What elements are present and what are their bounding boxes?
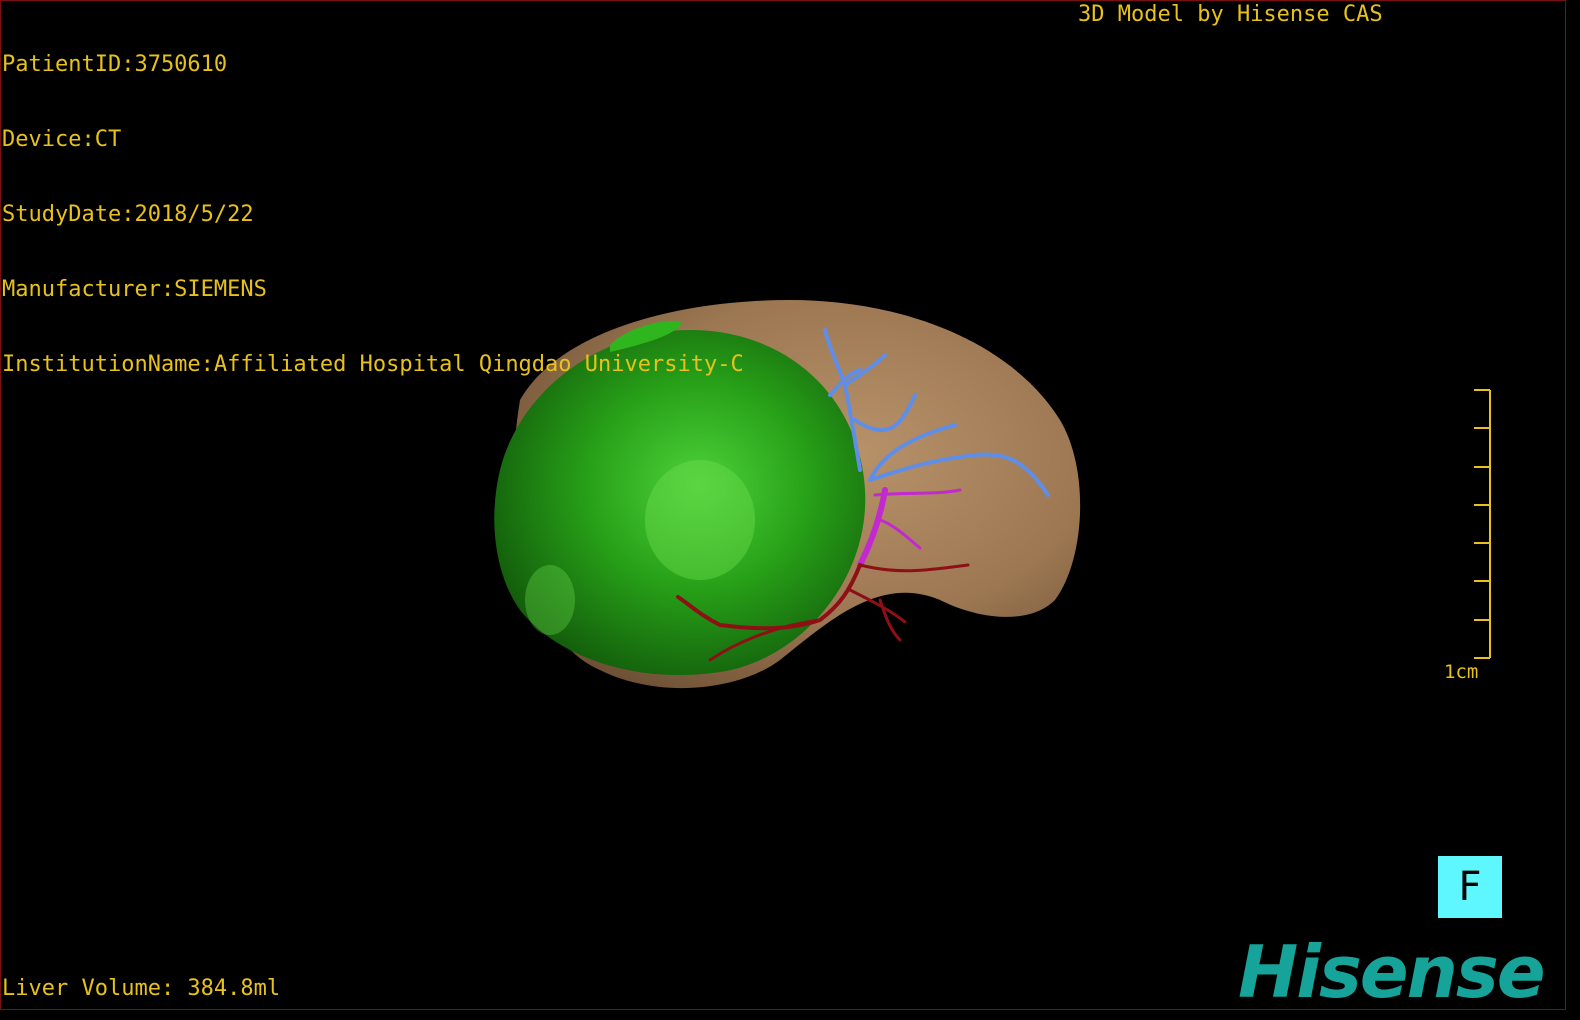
model-credit-label: 3D Model by Hisense CAS [1078, 2, 1383, 27]
institution-label: InstitutionName:Affiliated Hospital Qing… [2, 352, 744, 377]
brand-logo: Hisense [1238, 930, 1546, 1014]
device-label: Device:CT [2, 127, 122, 152]
manufacturer-label: Manufacturer:SIEMENS [2, 277, 267, 302]
patient-info-overlay: PatientID:3750610 Device:CT StudyDate:20… [2, 2, 744, 402]
study-date-label: StudyDate:2018/5/22 [2, 202, 254, 227]
patient-id-label: PatientID:3750610 [2, 52, 228, 77]
tumor-highlight [525, 565, 575, 635]
scale-bar [1474, 389, 1491, 659]
scale-bar-label: 1cm [1444, 661, 1479, 683]
liver-volume-label: Liver Volume: 384.8ml [2, 976, 281, 1001]
orientation-button[interactable]: F [1438, 856, 1502, 918]
orientation-label: F [1458, 864, 1482, 910]
tumor-highlight [645, 460, 755, 580]
